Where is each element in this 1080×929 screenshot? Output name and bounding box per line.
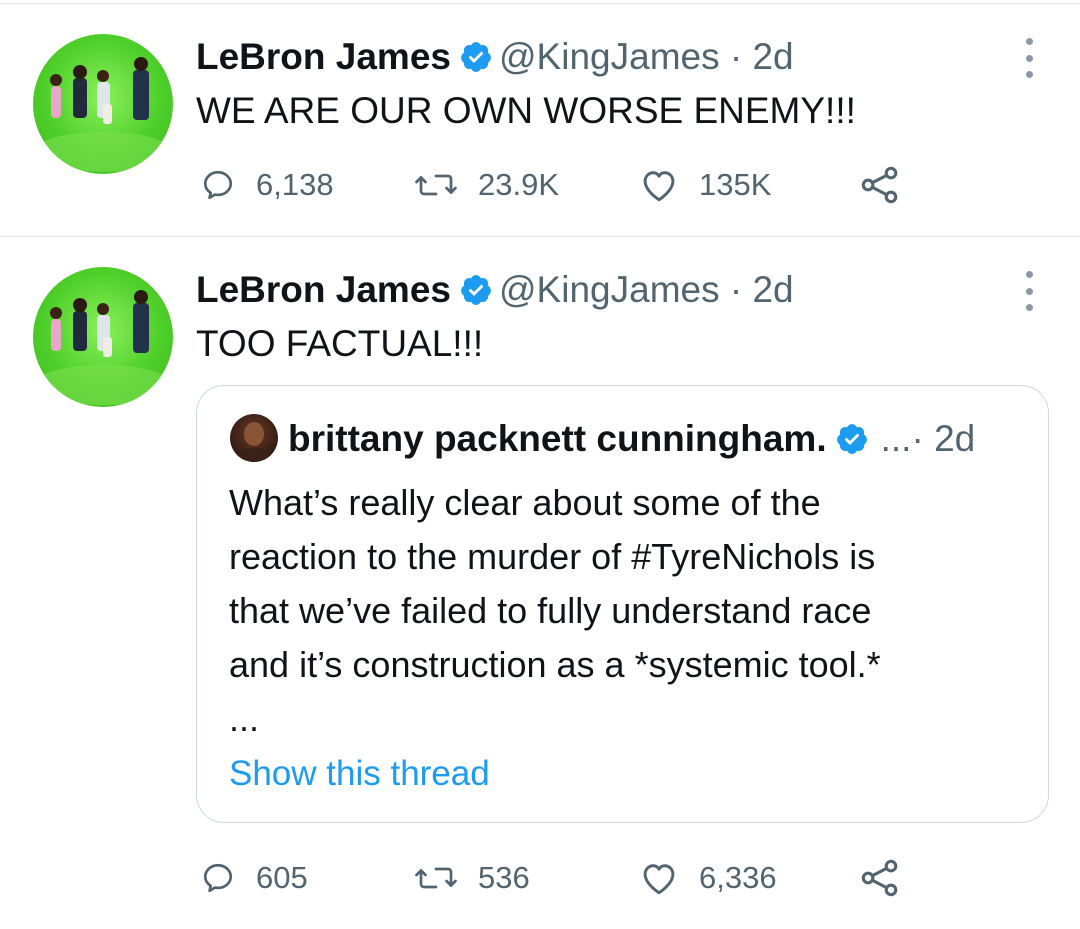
tweet-text: WE ARE OUR OWN WORSE ENEMY!!! — [196, 90, 856, 131]
author-name[interactable]: LeBron James — [196, 36, 451, 78]
like-count: 135K — [699, 167, 772, 202]
quoted-tweet-card[interactable]: brittany packnett cunningham. ...· 2d Wh… — [196, 385, 1049, 823]
author-avatar[interactable] — [33, 267, 173, 407]
tweet-header: LeBron James @KingJames · 2d — [196, 35, 794, 79]
handle-and-time[interactable]: @KingJames · 2d — [499, 36, 794, 78]
quoted-avatar-image — [236, 422, 272, 462]
like-icon — [643, 171, 675, 202]
quoted-text-ellipsis: ... — [229, 698, 260, 739]
retweet-icon — [415, 174, 457, 196]
verified-badge-icon — [461, 42, 491, 72]
verified-badge-icon — [461, 275, 491, 305]
share-button[interactable] — [858, 855, 902, 901]
share-button[interactable] — [858, 162, 902, 208]
like-icon — [643, 864, 675, 895]
like-button[interactable]: 6,336 — [639, 855, 777, 901]
author-name[interactable]: LeBron James — [196, 269, 451, 311]
quoted-text-line: and it’s construction as a *systemic too… — [229, 644, 881, 685]
reply-button[interactable]: 6,138 — [200, 162, 334, 208]
top-divider — [0, 3, 1080, 4]
retweet-icon — [415, 867, 457, 889]
reply-icon — [203, 863, 233, 893]
tweet-divider — [0, 236, 1080, 237]
quoted-text-line: that we’ve failed to fully understand ra… — [229, 590, 872, 631]
retweet-count: 23.9K — [478, 167, 560, 202]
like-count: 6,336 — [699, 860, 777, 895]
author-avatar[interactable] — [33, 34, 173, 174]
reply-count: 605 — [256, 860, 308, 895]
avatar-image — [33, 57, 173, 172]
quoted-meta: ...· 2d — [880, 418, 976, 459]
retweet-button[interactable]: 536 — [414, 855, 530, 901]
more-options-icon[interactable] — [1019, 271, 1039, 311]
avatar-image — [33, 290, 173, 405]
share-icon — [861, 166, 898, 204]
tweet-header: LeBron James @KingJames · 2d — [196, 268, 794, 312]
verified-badge-icon — [836, 424, 867, 454]
reply-button[interactable]: 605 — [200, 855, 308, 901]
handle-and-time[interactable]: @KingJames · 2d — [499, 269, 794, 311]
quoted-text-line: reaction to the murder of #TyreNichols i… — [229, 536, 876, 577]
quoted-author-name[interactable]: brittany packnett cunningham. — [288, 418, 827, 460]
quoted-text-line: What’s really clear about some of the — [229, 482, 821, 523]
show-thread-link[interactable]: Show this thread — [229, 754, 490, 794]
quoted-author-avatar[interactable] — [230, 414, 278, 462]
reply-count: 6,138 — [256, 167, 334, 202]
quoted-tweet-text: What’s really clear about some of the re… — [229, 476, 881, 746]
retweet-count: 536 — [478, 860, 530, 895]
like-button[interactable]: 135K — [639, 162, 771, 208]
quoted-tweet-header: brittany packnett cunningham. ...· 2d — [288, 416, 975, 462]
tweet-text: TOO FACTUAL!!! — [196, 323, 484, 364]
share-icon — [861, 859, 898, 897]
more-options-icon[interactable] — [1019, 38, 1039, 78]
reply-icon — [203, 170, 233, 200]
retweet-button[interactable]: 23.9K — [414, 162, 559, 208]
